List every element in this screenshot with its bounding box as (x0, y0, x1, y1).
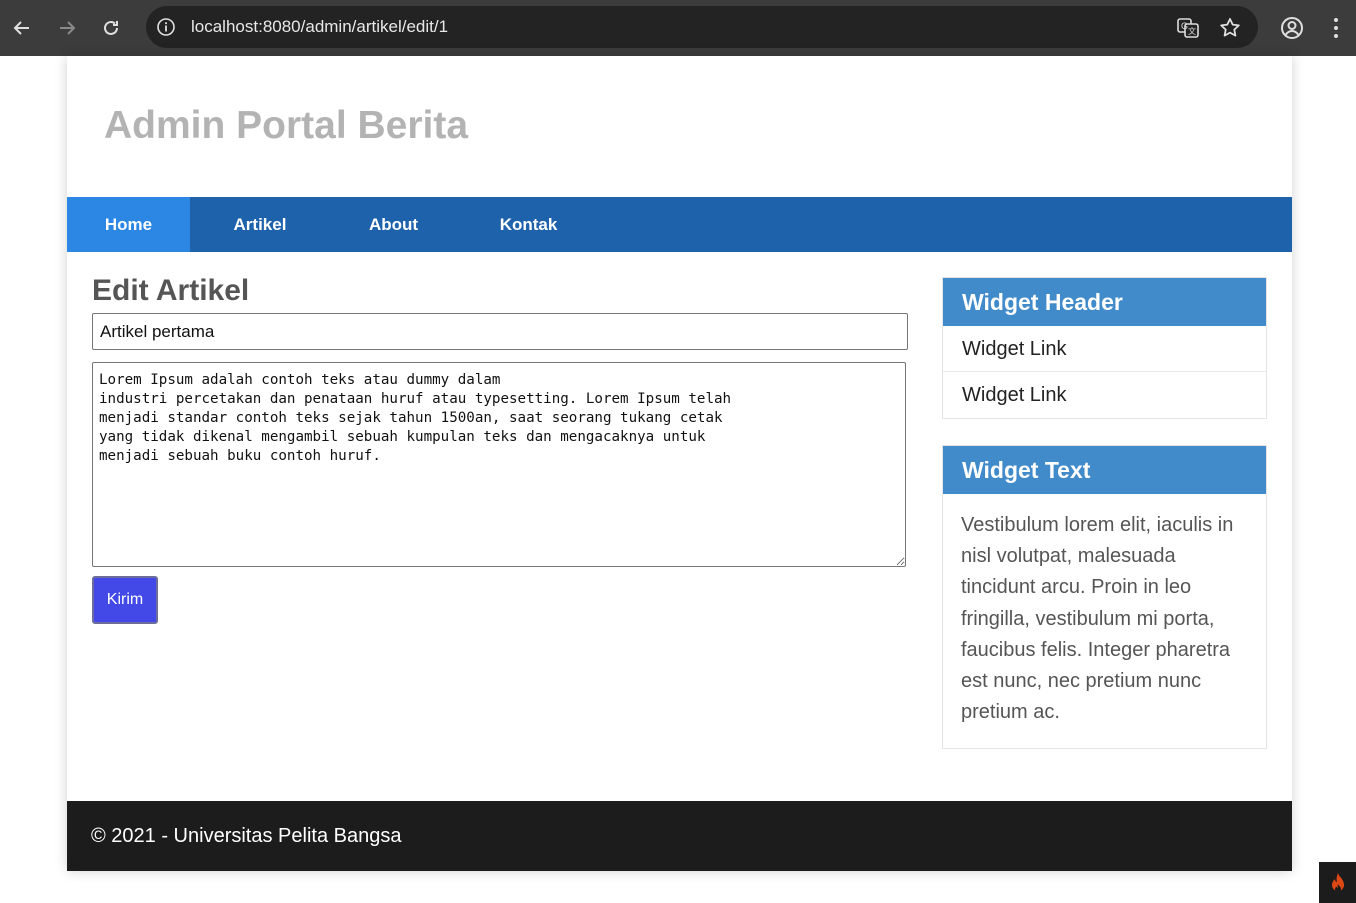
article-title-input[interactable] (92, 313, 908, 350)
sidebar: Widget Header Widget Link Widget Link Wi… (942, 277, 1267, 750)
widget-text-body: Vestibulum lorem elit, iaculis in nisl v… (961, 514, 1234, 724)
browser-toolbar: localhost:8080/admin/artikel/edit/1 G文 (0, 0, 1356, 56)
nav-item-home[interactable]: Home (67, 197, 190, 252)
widget-link[interactable]: Widget Link (943, 326, 1266, 372)
submit-button[interactable]: Kirim (92, 576, 158, 624)
page-container: Admin Portal Berita Home Artikel About K… (67, 56, 1292, 871)
debug-toolbar-toggle[interactable] (1319, 862, 1356, 903)
address-bar[interactable]: localhost:8080/admin/artikel/edit/1 G文 (146, 6, 1258, 48)
bookmark-star-icon[interactable] (1218, 16, 1242, 40)
url-text[interactable]: localhost:8080/admin/artikel/edit/1 (191, 17, 448, 37)
site-footer: © 2021 - Universitas Pelita Bangsa (67, 801, 1292, 871)
site-info-icon[interactable] (156, 17, 176, 37)
site-title: Admin Portal Berita (104, 104, 469, 147)
footer-copyright: © 2021 - Universitas Pelita Bangsa (91, 825, 402, 847)
reload-icon[interactable] (97, 14, 125, 42)
page-title: Edit Artikel (92, 274, 250, 307)
svg-text:G: G (1181, 21, 1188, 31)
svg-text:文: 文 (1188, 26, 1196, 36)
back-icon[interactable] (8, 14, 36, 42)
translate-icon[interactable]: G文 (1176, 16, 1200, 40)
nav-item-about[interactable]: About (330, 197, 457, 252)
widget-text-title: Widget Text (943, 446, 1266, 494)
site-header: Admin Portal Berita (67, 56, 1292, 197)
nav-item-kontak[interactable]: Kontak (457, 197, 600, 252)
widget-link[interactable]: Widget Link (943, 372, 1266, 418)
flame-icon (1331, 872, 1344, 892)
nav-item-artikel[interactable]: Artikel (190, 197, 330, 252)
widget-links: Widget Header Widget Link Widget Link (942, 277, 1267, 419)
profile-icon[interactable] (1278, 14, 1306, 42)
article-content-textarea[interactable]: Lorem Ipsum adalah contoh teks atau dumm… (92, 362, 906, 567)
menu-kebab-icon[interactable] (1326, 14, 1346, 42)
forward-icon[interactable] (53, 14, 81, 42)
widget-header-title: Widget Header (943, 278, 1266, 326)
widget-text: Widget Text Vestibulum lorem elit, iacul… (942, 445, 1267, 750)
main-navbar: Home Artikel About Kontak (67, 197, 1292, 252)
